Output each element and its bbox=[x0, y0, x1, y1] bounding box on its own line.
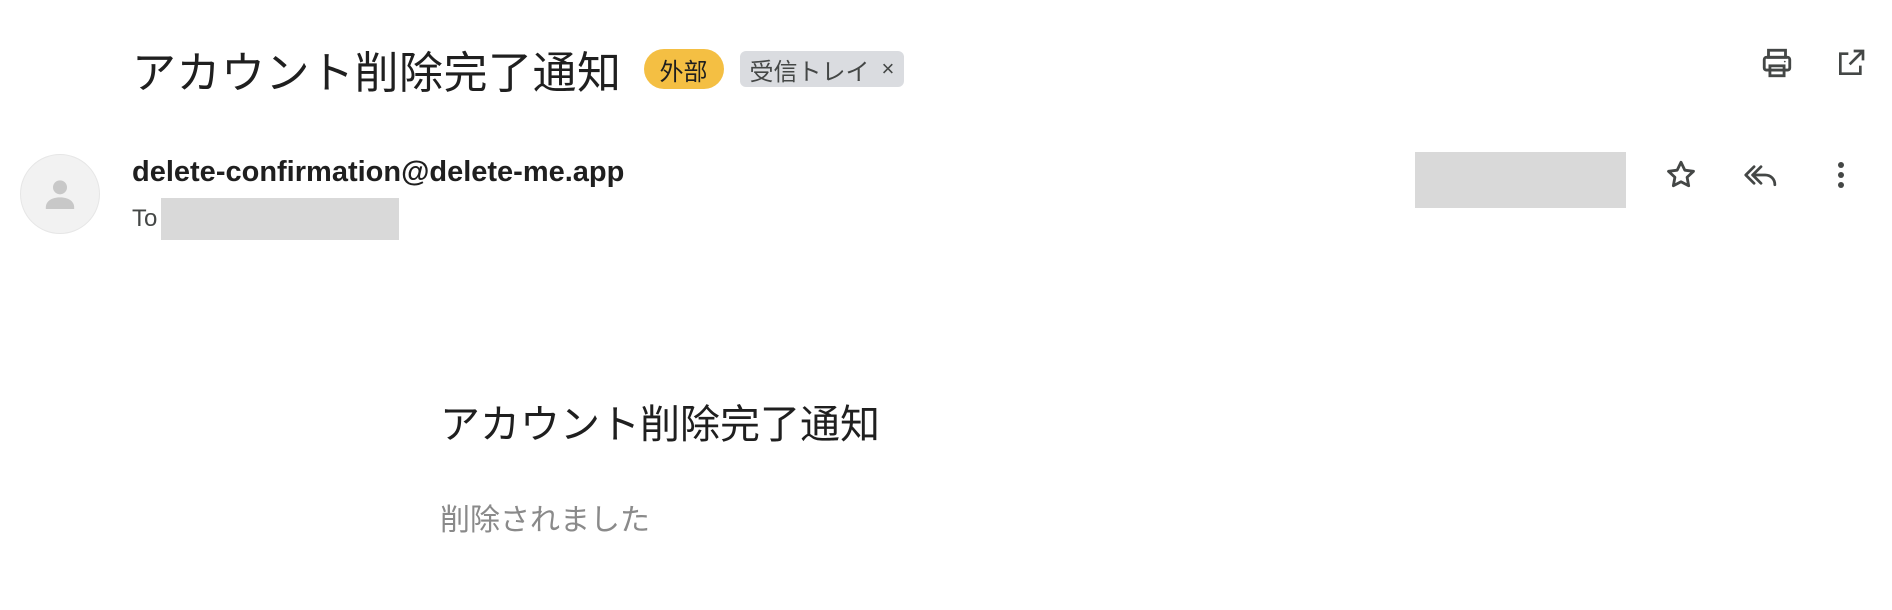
more-vertical-icon bbox=[1838, 162, 1844, 188]
inbox-label-chip: 受信トレイ × bbox=[739, 51, 905, 87]
email-subject: アカウント削除完了通知 bbox=[132, 49, 622, 98]
subject-row: アカウント削除完了通知 外部 受信トレイ × bbox=[132, 40, 905, 98]
person-icon bbox=[45, 180, 75, 209]
recipient-row: To bbox=[132, 198, 400, 240]
reply-all-icon bbox=[1744, 165, 1777, 187]
redacted-recipient bbox=[161, 198, 400, 240]
open-in-new-window-button[interactable] bbox=[1832, 44, 1870, 82]
open-in-new-window-icon bbox=[1839, 49, 1865, 75]
email-body-text: 削除されました bbox=[440, 504, 650, 537]
to-label: To bbox=[132, 205, 158, 232]
sender-avatar bbox=[20, 154, 100, 234]
star-button[interactable] bbox=[1662, 156, 1700, 194]
star-icon bbox=[1667, 160, 1695, 188]
print-icon bbox=[1762, 48, 1792, 78]
email-body-heading: アカウント削除完了通知 bbox=[440, 403, 880, 447]
top-actions bbox=[1758, 44, 1870, 82]
inbox-label-text: 受信トレイ bbox=[749, 58, 870, 86]
external-badge: 外部 bbox=[643, 49, 724, 89]
reply-all-button[interactable] bbox=[1742, 156, 1780, 194]
print-button[interactable] bbox=[1758, 44, 1796, 82]
redacted-date bbox=[1415, 152, 1626, 208]
more-options-button[interactable] bbox=[1822, 156, 1860, 194]
remove-label-close-icon[interactable]: × bbox=[882, 56, 895, 82]
sender-email[interactable]: delete-confirmation@delete-me.app bbox=[132, 156, 624, 189]
message-actions bbox=[1662, 156, 1860, 194]
email-view: アカウント削除完了通知 外部 受信トレイ × delete-confirmati… bbox=[0, 0, 1892, 610]
